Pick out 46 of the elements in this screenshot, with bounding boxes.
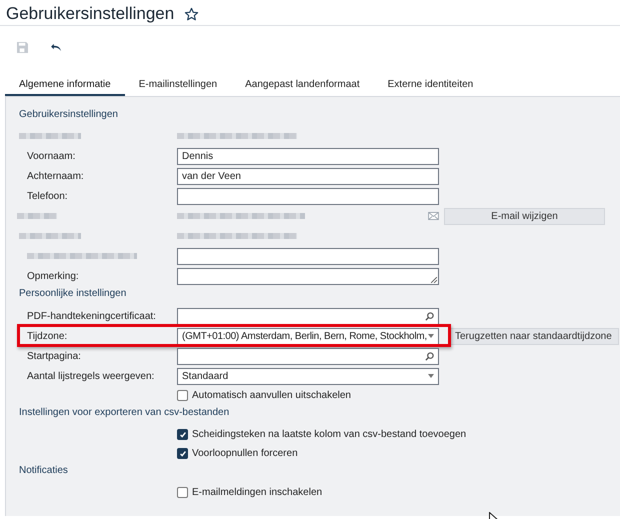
input-field[interactable]: van der Veen [177, 168, 439, 184]
tab[interactable]: Aangepast landenformaat [231, 79, 374, 96]
checkbox-icon[interactable] [177, 487, 188, 498]
caret-icon [428, 334, 434, 338]
dropdown[interactable]: (GMT+01:00) Amsterdam, Berlin, Bern, Rome, Stockholm, [177, 328, 439, 344]
tab[interactable]: E-mailinstellingen [124, 79, 232, 96]
field-label: Achternaam: [26, 170, 85, 182]
checkbox-checked-icon[interactable] [177, 429, 188, 440]
field-label: Tijdzone: [26, 330, 68, 342]
caret-icon [428, 374, 434, 378]
star-icon[interactable] [184, 6, 200, 22]
search-icon[interactable] [425, 352, 434, 360]
tab[interactable]: Externe identiteiten [374, 79, 488, 96]
checkbox[interactable]: Automatisch aanvullen uitschakelen [177, 390, 351, 401]
checkbox-checked-icon[interactable] [177, 448, 188, 459]
resize-grip-icon[interactable] [431, 276, 437, 282]
checkbox[interactable]: Voorloopnullen forceren [177, 448, 298, 459]
checkbox[interactable]: Scheidingsteken na laatste kolom van csv-bestand toevoegen [177, 429, 466, 440]
search-field[interactable] [177, 308, 439, 324]
checkbox-icon[interactable] [177, 390, 188, 401]
section-heading: Instellingen voor exporteren van csv-bestanden [19, 406, 230, 420]
field-label: Opmerking: [26, 270, 80, 282]
input-field[interactable]: Dennis [177, 148, 439, 164]
search-field[interactable] [177, 348, 439, 364]
redacted-text [19, 233, 81, 239]
field-label: Aantal lijstregels weergeven: [26, 370, 156, 382]
section-heading: Gebruikersinstellingen [19, 109, 119, 122]
section-heading: Notificaties [19, 464, 69, 478]
redacted-text [17, 213, 57, 219]
dropdown[interactable]: Standaard [177, 368, 439, 384]
field-label: Startpagina: [26, 350, 82, 362]
change-email-button[interactable]: E-mail wijzigen [444, 208, 605, 224]
field-label: Telefoon: [26, 190, 69, 202]
search-icon[interactable] [425, 312, 434, 320]
text-area[interactable] [177, 268, 439, 284]
field-label: PDF-handtekeningcertificaat: [26, 310, 157, 322]
input-field[interactable] [177, 188, 439, 204]
envelope-icon [428, 212, 439, 220]
page-title: Gebruikersinstellingen [6, 4, 174, 24]
field-label: Voornaam: [26, 150, 76, 162]
undo-icon[interactable] [50, 42, 63, 52]
checkbox[interactable]: E-mailmeldingen inschakelen [177, 487, 322, 498]
input-field[interactable] [177, 248, 439, 264]
redacted-text [19, 133, 81, 139]
section-heading: Persoonlijke instellingen [19, 287, 128, 301]
reset-timezone-button[interactable]: Terugzetten naar standaardtijdzone [448, 328, 619, 344]
